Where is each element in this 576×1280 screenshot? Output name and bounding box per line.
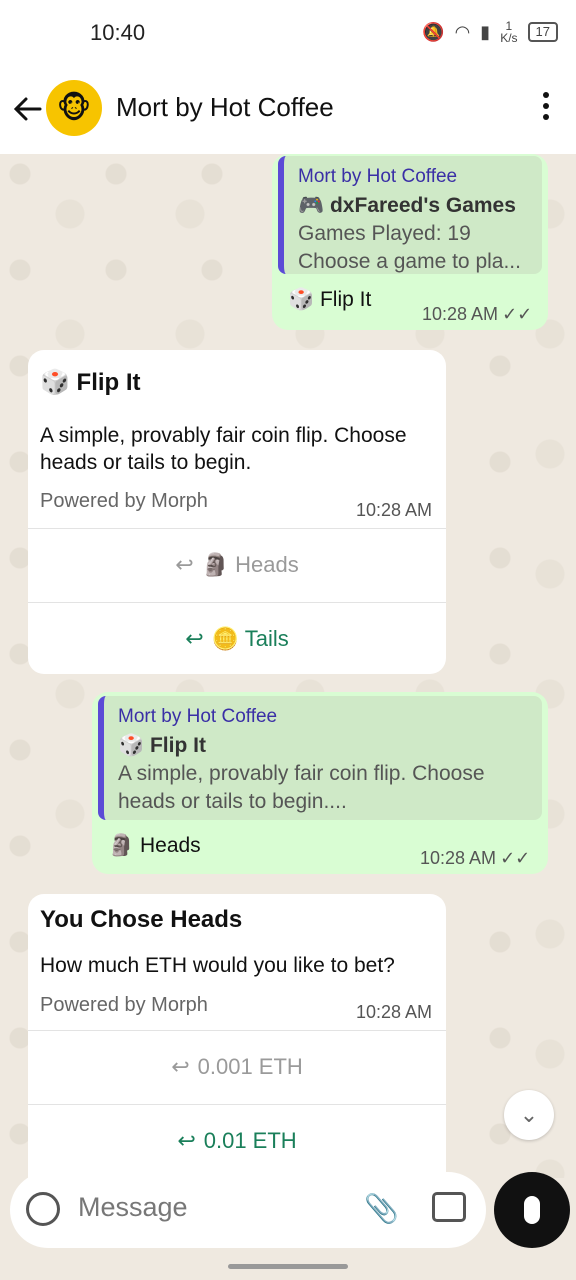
quote-line: heads or tails to begin.... [118, 790, 347, 813]
reply-icon: ↩ [177, 1128, 196, 1153]
signal-icon: ▮ [480, 21, 491, 42]
message-time: 10:28 AM ✓✓ [422, 304, 532, 325]
powered-by: Powered by Morph [40, 490, 208, 512]
incoming-card: 🎲 Flip It A simple, provably fair coin f… [28, 350, 446, 674]
monkey-icon: 🐵 [56, 91, 92, 125]
divider [28, 1104, 446, 1105]
chat-title[interactable]: Mort by Hot Coffee [116, 92, 334, 123]
wifi-icon: ◠ [454, 21, 471, 42]
status-icons: 🔕 ◠ ▮ 1 K/s 17 [422, 20, 558, 44]
card-body: A simple, provably fair coin flip. Choos… [40, 424, 407, 474]
network-speed: 1 K/s [500, 19, 518, 45]
message-time: 10:28 AM [356, 1002, 433, 1022]
gesture-bar [228, 1264, 348, 1269]
bet-001-button[interactable]: ↩ 0.01 ETH [28, 1106, 446, 1176]
reply-icon: ↩ [185, 626, 204, 651]
message-text: 🗿 Heads [108, 834, 201, 857]
quote-line: Games Played: 19 [298, 222, 471, 245]
message-text: 🎲 Flip It [288, 288, 372, 311]
battery-icon: 17 [527, 22, 558, 42]
chat-area: Mort by Hot Coffee 🎮 dxFareed's Games Ga… [0, 154, 576, 1178]
scroll-down-icon[interactable]: ⌄ [504, 1090, 554, 1140]
quoted-message[interactable]: Mort by Hot Coffee 🎮 dxFareed's Games Ga… [278, 156, 542, 274]
outgoing-message[interactable]: Mort by Hot Coffee 🎲 Flip It A simple, p… [92, 692, 548, 874]
button-label: 0.01 ETH [203, 1128, 297, 1153]
time-label: 10:28 AM [420, 848, 497, 868]
button-label: 🪙 Tails [211, 626, 289, 651]
divider [28, 602, 446, 603]
heads-reply-button[interactable]: ↩ 🗿 Heads [28, 530, 446, 600]
chat-header: 🐵 Mort by Hot Coffee [0, 66, 576, 154]
reply-icon: ↩ [171, 1054, 190, 1079]
button-label: 0.001 ETH [197, 1054, 303, 1079]
mic-button[interactable] [494, 1172, 570, 1248]
mic-icon [524, 1196, 540, 1224]
bet-0001-button[interactable]: ↩ 0.001 ETH [28, 1032, 446, 1102]
camera-icon[interactable] [432, 1192, 466, 1222]
quote-author: Mort by Hot Coffee [118, 706, 278, 727]
powered-by: Powered by Morph [40, 994, 208, 1016]
tails-reply-button[interactable]: ↩ 🪙 Tails [28, 604, 446, 674]
quote-title: 🎲 Flip It [118, 734, 206, 757]
card-body: How much ETH would you like to bet? [40, 954, 395, 977]
button-label: 🗿 Heads [201, 552, 299, 577]
attach-icon[interactable]: 📎 [364, 1192, 399, 1225]
quote-author: Mort by Hot Coffee [298, 166, 458, 187]
card-title: You Chose Heads [40, 906, 243, 933]
reply-icon: ↩ [175, 552, 194, 577]
message-time: 10:28 AM [356, 500, 433, 520]
status-time: 10:40 [90, 20, 146, 45]
sticker-icon[interactable] [26, 1192, 60, 1226]
message-input-bar: Message 📎 [10, 1172, 486, 1248]
divider [28, 1030, 446, 1031]
quote-title: 🎮 dxFareed's Games [298, 194, 516, 217]
quote-line: A simple, provably fair coin flip. Choos… [118, 762, 485, 785]
back-arrow-icon[interactable] [12, 94, 42, 124]
time-label: 10:28 AM [422, 304, 499, 324]
card-title: 🎲 Flip It [40, 369, 141, 396]
more-options-icon[interactable] [542, 92, 550, 126]
avatar[interactable]: 🐵 [46, 80, 102, 136]
double-check-icon: ✓✓ [500, 848, 531, 868]
quote-line: Choose a game to pla... [298, 250, 521, 273]
quoted-message[interactable]: Mort by Hot Coffee 🎲 Flip It A simple, p… [98, 696, 542, 820]
outgoing-message[interactable]: Mort by Hot Coffee 🎮 dxFareed's Games Ga… [272, 154, 548, 330]
message-time: 10:28 AM ✓✓ [420, 848, 530, 869]
mute-icon: 🔕 [422, 21, 445, 42]
message-input[interactable]: Message [78, 1192, 188, 1223]
incoming-card: You Chose Heads How much ETH would you l… [28, 894, 446, 1178]
divider [28, 528, 446, 529]
status-bar: 10:40 🔕 ◠ ▮ 1 K/s 17 [0, 0, 576, 66]
double-check-icon: ✓✓ [502, 304, 533, 324]
